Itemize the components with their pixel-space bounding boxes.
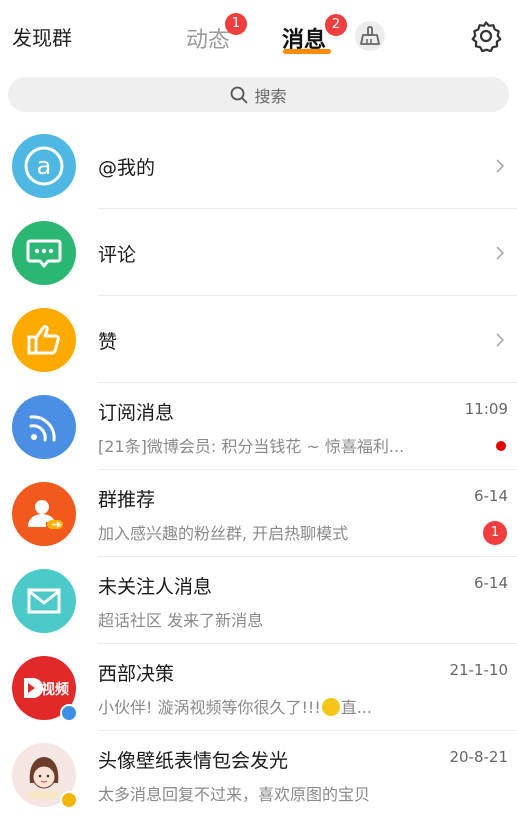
emoji-icon [321, 698, 340, 716]
mail-icon [12, 569, 76, 633]
list-item-preview: 太多消息回复不过来，喜欢原图的宝贝 [98, 785, 371, 804]
list-item-preview: [21条]微博会员: 积分当钱花 ~ 惊喜福利... [98, 437, 405, 456]
tab-dynamic[interactable]: 动态 [186, 22, 230, 54]
list-item-chat[interactable]: 头像壁纸表情包会发光 太多消息回复不过来，喜欢原图的宝贝 20-8-21 [0, 731, 517, 817]
list-item-title: 群推荐 [98, 489, 156, 511]
list-item-title: 未关注人消息 [98, 576, 213, 598]
list-item-title: 评论 [98, 244, 137, 266]
unread-dot [496, 441, 506, 451]
list-item-time: 11:09 [464, 400, 508, 418]
search-icon [231, 86, 248, 103]
verified-badge-icon [60, 704, 78, 722]
chevron-right-icon [496, 246, 505, 260]
list-item-comments[interactable]: 评论 [0, 209, 517, 296]
list-item-stranger-messages[interactable]: 未关注人消息 超话社区 发来了新消息 6-14 [0, 557, 517, 644]
thumb-up-icon [12, 308, 76, 372]
list-item-title: 头像壁纸表情包会发光 [98, 750, 289, 772]
comment-icon [12, 221, 76, 285]
active-tab-indicator [283, 49, 331, 54]
svg-text:a: a [37, 152, 52, 180]
list-item-preview: 加入感兴趣的粉丝群, 开启热聊模式 [98, 524, 349, 543]
preview-text: 小伙伴! 漩涡视频等你很久了!!! [98, 698, 321, 717]
top-bar: 发现群 动态 1 消息 2 [0, 0, 517, 68]
list-item-time: 21-1-10 [449, 661, 508, 679]
chevron-right-icon [496, 159, 505, 173]
group-recommend-icon [12, 482, 76, 546]
unread-count-badge: 1 [483, 521, 507, 545]
at-icon: a [12, 134, 76, 198]
preview-suffix: 直... [340, 698, 373, 717]
tab-dynamic-badge: 1 [225, 13, 247, 35]
tab-messages-badge: 2 [325, 14, 347, 36]
list-item-chat[interactable]: 视频 西部决策 小伙伴! 漩涡视频等你很久了!!! 直... 21-1-10 [0, 644, 517, 731]
broom-icon [360, 26, 380, 45]
list-item-preview: 超话社区 发来了新消息 [98, 611, 264, 630]
list-item-title: @我的 [98, 157, 156, 179]
avatar-logo-text: 视频 [41, 681, 69, 698]
list-item-title: 西部决策 [98, 663, 175, 685]
verified-badge-icon [60, 791, 78, 809]
discover-groups-link[interactable]: 发现群 [12, 22, 72, 51]
list-item-time: 6-14 [473, 574, 508, 592]
search-bar[interactable]: 搜索 [8, 77, 509, 112]
chevron-right-icon [496, 333, 505, 347]
list-item-subscriptions[interactable]: 订阅消息 [21条]微博会员: 积分当钱花 ~ 惊喜福利... 11:09 [0, 383, 517, 470]
list-item-time: 6-14 [473, 487, 508, 505]
clear-unread-button[interactable] [355, 21, 385, 51]
search-placeholder: 搜索 [254, 86, 287, 106]
list-item-title: 赞 [98, 331, 118, 353]
rss-icon [12, 395, 76, 459]
list-item-mentions[interactable]: a @我的 [0, 122, 517, 209]
gear-icon[interactable] [470, 20, 502, 52]
list-item-title: 订阅消息 [98, 402, 175, 424]
list-item-preview: 小伙伴! 漩涡视频等你很久了!!! 直... [98, 694, 372, 718]
list-item-group-recommend[interactable]: 群推荐 加入感兴趣的粉丝群, 开启热聊模式 6-14 [0, 470, 517, 557]
list-item-time: 20-8-21 [449, 748, 508, 766]
list-item-likes[interactable]: 赞 [0, 296, 517, 383]
